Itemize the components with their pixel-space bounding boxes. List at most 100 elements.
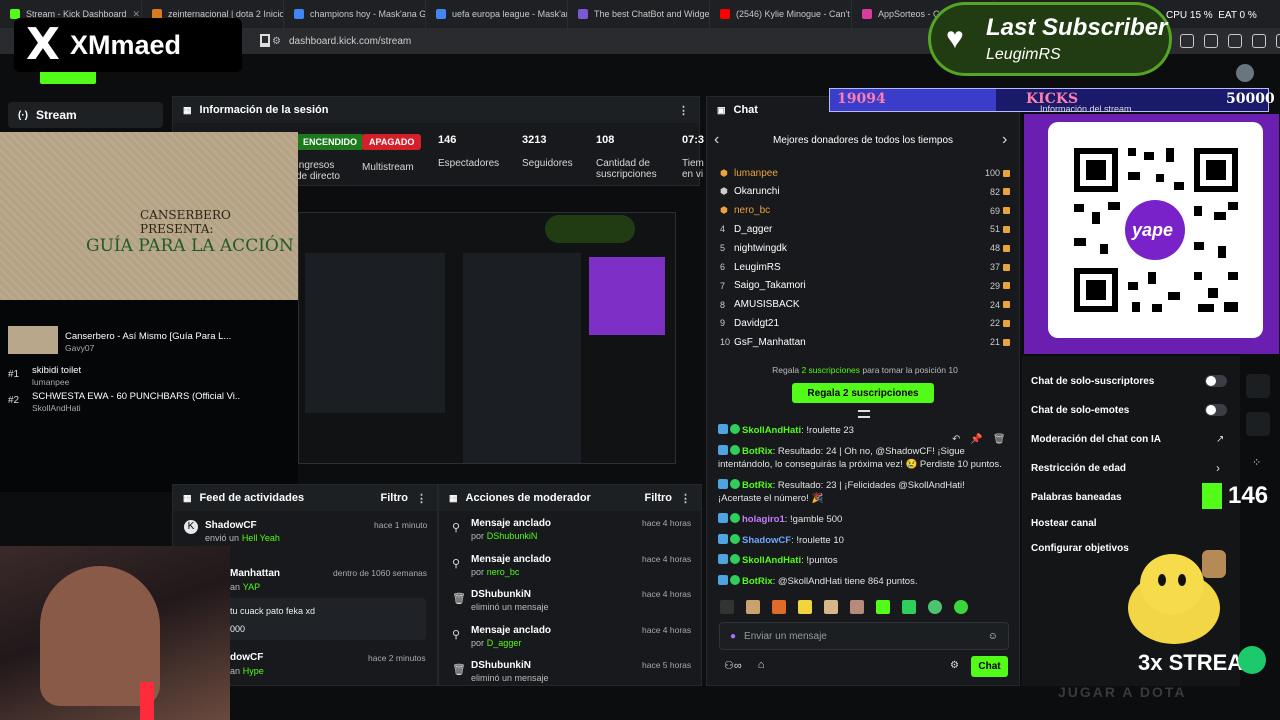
wrench-icon[interactable] <box>1246 412 1270 436</box>
prev-arrow-icon[interactable]: ‹ <box>714 131 719 149</box>
setting-item[interactable]: Configurar objetivos <box>1031 543 1129 554</box>
mod-action-detail: por D_agger <box>471 637 522 648</box>
chat-username[interactable]: BotRix <box>742 446 773 457</box>
emote-icon[interactable] <box>772 600 786 614</box>
chat-username[interactable]: SkollAndHati <box>742 555 801 566</box>
setting-item[interactable]: Hostear canal <box>1031 518 1097 529</box>
chat-message[interactable]: SkollAndHati: !puntos <box>718 554 1008 567</box>
chat-message[interactable]: holagiro1: !gamble 500 <box>718 513 1008 526</box>
goal-current: 19094 <box>837 91 886 107</box>
donor-row[interactable]: 4 D_agger 51 <box>720 220 1010 238</box>
emote-icon[interactable] <box>902 600 916 614</box>
emote-icon[interactable] <box>954 600 968 614</box>
filter-button[interactable]: Filtro <box>381 492 409 504</box>
send-chat-button[interactable]: Chat <box>971 656 1008 677</box>
now-playing-user: Gavy07 <box>65 343 95 353</box>
emote-icon[interactable] <box>746 600 760 614</box>
star-icon[interactable] <box>1228 34 1242 48</box>
verified-icon <box>730 513 740 523</box>
setting-item[interactable]: Chat de solo-emotes <box>1031 405 1129 416</box>
donor-row[interactable]: 6 LeugimRS 37 <box>720 258 1010 276</box>
sidebar-icon[interactable] <box>1180 34 1194 48</box>
emote-icon[interactable] <box>798 600 812 614</box>
donor-row[interactable]: ⬢ nero_bc 69 <box>720 202 1010 220</box>
pin-bar-icon[interactable] <box>858 410 870 418</box>
preview-chat <box>463 253 581 463</box>
donor-row[interactable]: 9 Davidgt21 22 <box>720 314 1010 332</box>
donor-row[interactable]: 8 AMUSISBACK 24 <box>720 296 1010 314</box>
setting-item[interactable]: Restricción de edad <box>1031 463 1126 474</box>
chat-username[interactable]: BotRix <box>742 576 773 587</box>
chat-username[interactable]: BotRix <box>742 480 773 491</box>
mod-action-title: Mensaje anclado <box>471 518 552 529</box>
chat-input[interactable]: ● Enviar un mensaje ☺ <box>719 622 1009 650</box>
preview-panel <box>305 253 445 413</box>
sidebar-item-stream[interactable]: (·) Stream <box>8 102 163 128</box>
donor-row[interactable]: ⬢ lumanpee 100 <box>720 164 1010 182</box>
chat-message[interactable]: ShadowCF: !roulette 10 <box>718 534 1008 547</box>
site-info-icon[interactable]: ⚙ <box>272 36 281 47</box>
donor-row[interactable]: 10 GsF_Manhattan 21 <box>720 333 1010 351</box>
tab-title: The best ChatBot and Widgets <box>594 9 710 19</box>
filter-button[interactable]: Filtro <box>645 492 673 504</box>
menu-icon[interactable] <box>1276 34 1280 48</box>
duck-mascot <box>1126 546 1230 646</box>
gift-subs-button[interactable]: Regala 2 suscripciones <box>792 383 934 403</box>
browser-tab[interactable]: uefa europa league - Mask'ana✕ <box>426 0 568 28</box>
cover-title: CANSERBERO PRESENTA: <box>140 208 231 236</box>
infinity-icon[interactable]: ⚇∞ <box>724 659 742 672</box>
emote-only-toggle[interactable] <box>1205 404 1227 416</box>
chat-message[interactable]: BotRix: Resultado: 23 | ¡Felicidades @Sk… <box>718 479 1008 505</box>
emote-icon[interactable] <box>850 600 864 614</box>
chevron-right-icon[interactable]: › <box>1216 461 1220 475</box>
browser-tab[interactable]: champions hoy - Mask'ana Go✕ <box>284 0 426 28</box>
chat-username[interactable]: holagiro1 <box>742 514 785 525</box>
stat-label: Ingresos de directo <box>296 160 340 182</box>
stat-value: 146 <box>438 134 457 146</box>
external-link-icon[interactable]: ↗ <box>1216 434 1224 445</box>
setting-item[interactable]: Moderación del chat con IA <box>1031 434 1161 445</box>
extension-icon[interactable] <box>1204 34 1218 48</box>
emote-icon[interactable] <box>824 600 838 614</box>
screen-icon[interactable] <box>1246 374 1270 398</box>
status-badge[interactable]: ENCENDIDO <box>296 134 365 150</box>
setting-item[interactable]: Palabras baneadas <box>1031 492 1122 503</box>
more-icon[interactable]: ⋮ <box>680 492 691 505</box>
store-icon[interactable]: ⌂ <box>758 659 765 672</box>
next-arrow-icon[interactable]: › <box>1002 131 1007 149</box>
emoji-icon[interactable]: ☺ <box>988 631 998 642</box>
emote-icon[interactable] <box>720 600 734 614</box>
setting-item[interactable]: Chat de solo-suscriptores <box>1031 376 1154 387</box>
subscriber-only-toggle[interactable] <box>1205 375 1227 387</box>
emote-icon[interactable] <box>928 600 942 614</box>
chat-tools: ⚇∞ ⌂ <box>724 659 764 672</box>
chat-username[interactable]: ShadowCF <box>742 535 791 546</box>
avatar[interactable] <box>1236 64 1254 82</box>
pin-icon[interactable]: 📌 <box>970 434 982 445</box>
donor-row[interactable]: ⬢ Okarunchi 82 <box>720 183 1010 201</box>
stat-multistream: APAGADO Multistream <box>362 134 422 173</box>
chat-username[interactable]: SkollAndHati <box>742 425 801 436</box>
status-badge[interactable]: APAGADO <box>362 134 422 150</box>
more-icon[interactable]: ⋮ <box>678 104 689 117</box>
people-icon[interactable]: ⁘ <box>1252 456 1261 469</box>
mic-icon[interactable]: ● <box>730 631 736 642</box>
reply-icon[interactable]: ↶ <box>952 434 960 445</box>
stat-value: 108 <box>596 134 615 146</box>
chat-message[interactable]: BotRix: Resultado: 24 | Oh no, @ShadowCF… <box>718 445 1008 471</box>
more-icon[interactable]: ⋮ <box>416 492 427 505</box>
donor-row[interactable]: 7 Saigo_Takamori 29 <box>720 277 1010 295</box>
donor-row[interactable]: 5 nightwingdk 48 <box>720 239 1010 257</box>
emote-icon[interactable] <box>876 600 890 614</box>
queue-user: SkollAndHati <box>32 403 81 413</box>
delete-icon[interactable]: 🗑 <box>993 434 1006 445</box>
chat-message[interactable]: BotRix: @SkollAndHati tiene 864 puntos. <box>718 575 1008 588</box>
browser-tab[interactable]: (2546) Kylie Minogue - Can't G✕ <box>710 0 852 28</box>
settings-gear-icon[interactable]: ⚙ <box>950 660 959 671</box>
kick-logo[interactable] <box>40 70 96 84</box>
browser-tab[interactable]: The best ChatBot and Widgets✕ <box>568 0 710 28</box>
activity-item: Manhattan <box>230 568 280 579</box>
bookmark-icon[interactable] <box>260 34 270 47</box>
url-field[interactable]: ⚙ dashboard.kick.com/stream <box>272 31 912 51</box>
shield-icon[interactable] <box>1252 34 1266 48</box>
